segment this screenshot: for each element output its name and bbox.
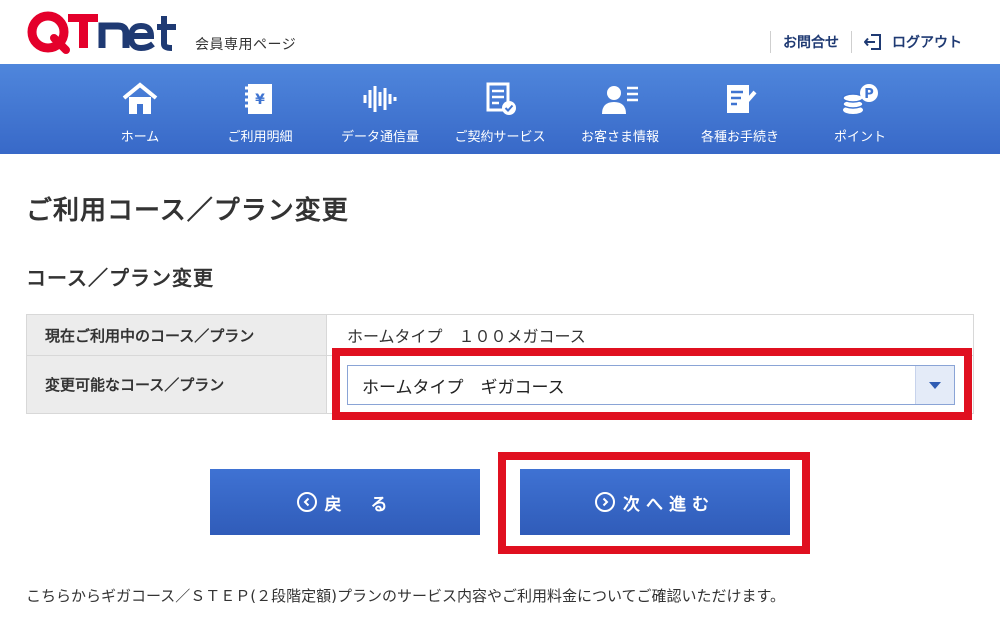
logo-subtitle: 会員専用ページ (195, 37, 297, 53)
main-nav: ホーム ¥ ご利用明細 データ通信量 ご契約サービス お客さま情報 各種お手続き… (0, 64, 1000, 154)
customer-info-icon (602, 86, 638, 114)
contract-service-icon (486, 82, 516, 115)
back-button[interactable]: 戻 る (210, 469, 480, 535)
nav-label: 各種お手続き (700, 130, 779, 145)
statement-icon: ¥ (245, 84, 272, 114)
section-title: コース／プラン変更 (26, 266, 214, 290)
nav-label: お客さま情報 (580, 130, 659, 145)
next-button-label: 次へ進む (623, 494, 715, 515)
chevron-left-icon (296, 492, 317, 512)
nav-item-home[interactable]: ホーム (80, 64, 200, 154)
table-row: 変更可能なコース／プラン ホームタイプ ギガコース (27, 356, 973, 413)
page: 会員専用ページ お問合せ ログアウト ホーム ¥ ご利用明細 データ通信量 ご契… (0, 0, 1000, 617)
plan-select-value: ホームタイプ ギガコース (362, 377, 565, 398)
qtnet-logo[interactable] (26, 8, 182, 54)
nav-label: ご契約サービス (454, 130, 546, 145)
current-plan-value: ホームタイプ １００メガコース (347, 327, 586, 346)
header: 会員専用ページ お問合せ ログアウト (0, 0, 1000, 64)
nav-label: データ通信量 (340, 130, 419, 145)
logout-link[interactable]: ログアウト (852, 32, 974, 52)
nav-label: ホーム (120, 130, 160, 145)
nav-label: ご利用明細 (227, 130, 293, 145)
data-usage-icon (363, 86, 397, 112)
svg-text:¥: ¥ (255, 92, 265, 108)
procedures-icon (727, 85, 757, 113)
contact-link[interactable]: お問合せ (771, 32, 851, 52)
nav-item-points[interactable]: P ポイント (800, 64, 920, 154)
changeable-plan-label: 変更可能なコース／プラン (27, 356, 327, 413)
plan-table: 現在ご利用中のコース／プラン ホームタイプ １００メガコース 変更可能なコース／… (26, 314, 974, 414)
info-note: こちらからギガコース／ＳＴＥＰ(２段階定額)プランのサービス内容やご利用料金につ… (26, 587, 786, 605)
nav-item-customer-info[interactable]: お客さま情報 (560, 64, 680, 154)
logout-link-label: ログアウト (892, 35, 962, 51)
page-title: ご利用コース／プラン変更 (26, 196, 349, 226)
home-icon (122, 82, 158, 114)
nav-item-procedures[interactable]: 各種お手続き (680, 64, 800, 154)
points-icon: P (842, 84, 878, 114)
nav-label: ポイント (833, 130, 886, 145)
table-row: 現在ご利用中のコース／プラン ホームタイプ １００メガコース (27, 315, 973, 356)
nav-item-data-usage[interactable]: データ通信量 (320, 64, 440, 154)
current-plan-label: 現在ご利用中のコース／プラン (27, 315, 327, 355)
nav-item-contract-service[interactable]: ご契約サービス (440, 64, 560, 154)
nav-item-statement[interactable]: ¥ ご利用明細 (200, 64, 320, 154)
plan-select-arrow[interactable] (915, 366, 954, 404)
chevron-down-icon (929, 381, 941, 389)
chevron-right-icon (595, 492, 615, 512)
back-button-label: 戻 る (324, 494, 394, 515)
plan-select[interactable]: ホームタイプ ギガコース (347, 365, 955, 405)
next-button[interactable]: 次へ進む (520, 469, 790, 535)
svg-text:P: P (864, 87, 874, 102)
logout-icon (864, 34, 881, 50)
contact-link-label: お問合せ (783, 35, 839, 51)
header-links: お問合せ ログアウト (770, 30, 974, 54)
